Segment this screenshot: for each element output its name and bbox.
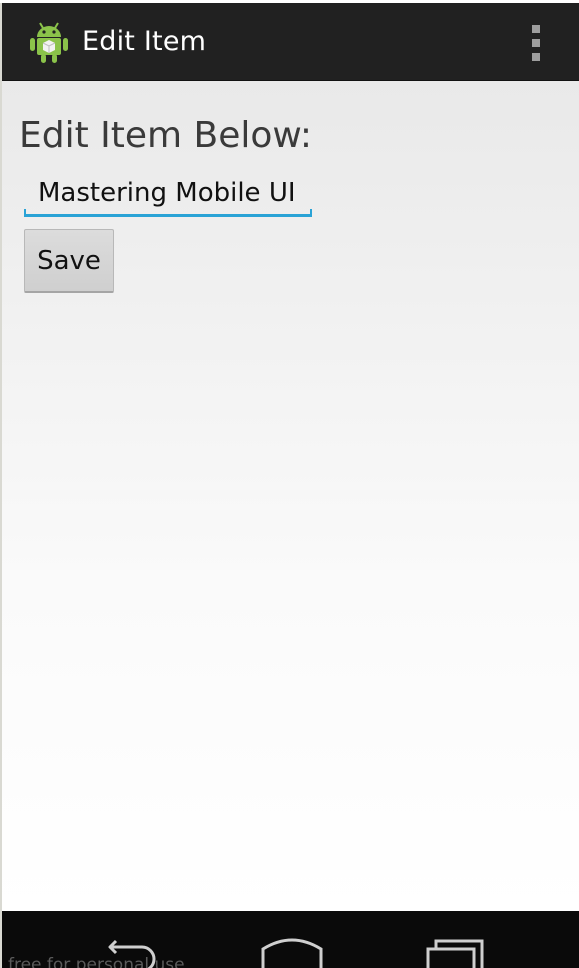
field-underline bbox=[24, 214, 312, 217]
navigation-bar: free for personal use bbox=[2, 911, 579, 968]
app-title: Edit Item bbox=[82, 26, 207, 57]
overflow-menu-icon[interactable] bbox=[522, 23, 550, 63]
recent-apps-icon[interactable] bbox=[422, 931, 486, 968]
page-heading: Edit Item Below: bbox=[19, 115, 313, 156]
home-icon[interactable] bbox=[260, 931, 324, 968]
save-button[interactable]: Save bbox=[24, 229, 114, 293]
device-frame: Edit Item Edit Item Below: Mastering Mob… bbox=[0, 0, 579, 968]
content-area: Edit Item Below: Mastering Mobile UI Sav… bbox=[2, 81, 579, 911]
action-bar: Edit Item bbox=[2, 3, 579, 81]
watermark-text: free for personal use bbox=[8, 955, 185, 968]
item-text-field[interactable]: Mastering Mobile UI bbox=[24, 171, 312, 217]
android-robot-icon[interactable] bbox=[28, 20, 70, 64]
item-text-value[interactable]: Mastering Mobile UI bbox=[38, 176, 296, 210]
